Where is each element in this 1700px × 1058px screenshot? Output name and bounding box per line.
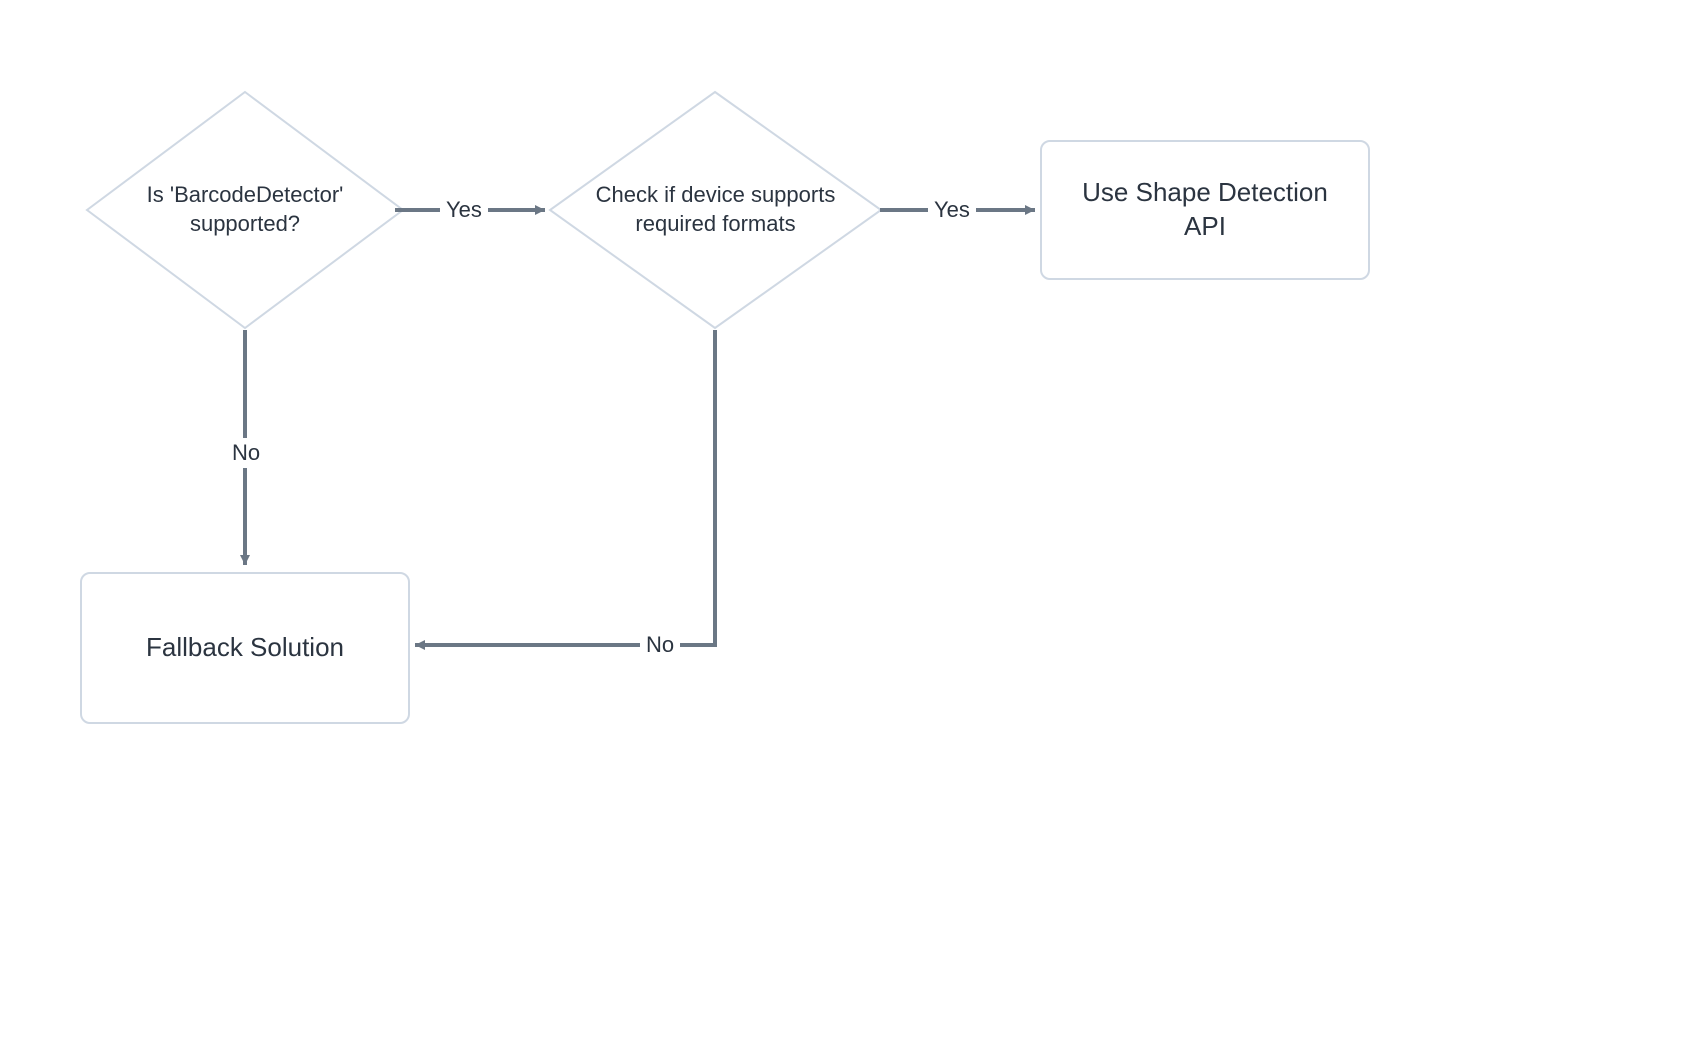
- process-use-shape-api: Use Shape Detection API: [1040, 140, 1370, 280]
- decision2-line2: required formats: [635, 211, 795, 236]
- process-api-label: Use Shape Detection API: [1042, 176, 1368, 244]
- process-fallback: Fallback Solution: [80, 572, 410, 724]
- decision1-line2: supported?: [190, 211, 300, 236]
- edge-label-d2-no: No: [640, 630, 680, 660]
- decision1-line1: Is 'BarcodeDetector': [147, 182, 344, 207]
- decision2-line1: Check if device supports: [596, 182, 836, 207]
- decision-device-formats: Check if device supports required format…: [548, 90, 883, 330]
- decision-barcode-supported: Is 'BarcodeDetector' supported?: [85, 90, 405, 330]
- edge-label-d1-yes: Yes: [440, 195, 488, 225]
- process-fallback-label: Fallback Solution: [126, 631, 364, 665]
- flowchart-diagram: Is 'BarcodeDetector' supported? Check if…: [0, 0, 1700, 1058]
- edge-label-d1-no: No: [226, 438, 266, 468]
- edge-label-d2-yes: Yes: [928, 195, 976, 225]
